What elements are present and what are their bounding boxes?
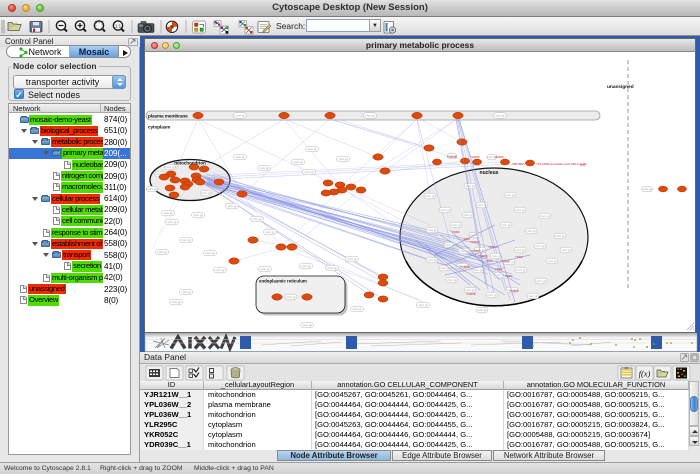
svg-text:(xxx g): (xxx g) <box>166 165 175 169</box>
svg-text:endoplasmic reticulum: endoplasmic reticulum <box>259 279 307 284</box>
svg-text:unassigned: unassigned <box>607 84 634 90</box>
svg-text:YKR05: YKR05 <box>470 155 480 159</box>
svg-text:cytoplasm: cytoplasm <box>148 125 170 130</box>
svg-text:(xxx g): (xxx g) <box>328 266 337 270</box>
svg-text:(xxx g): (xxx g) <box>228 204 237 208</box>
svg-text:YKR05: YKR05 <box>494 155 504 159</box>
svg-text:YKR05: YKR05 <box>460 265 470 269</box>
svg-text:(xxx g): (xxx g) <box>164 211 173 215</box>
svg-text:(xxx g): (xxx g) <box>366 114 375 118</box>
svg-text:(xxx g): (xxx g) <box>194 213 203 217</box>
svg-text:YKR05: YKR05 <box>509 289 519 293</box>
svg-text:(xxx g): (xxx g) <box>516 248 525 252</box>
svg-text:(xxx g): (xxx g) <box>428 228 437 232</box>
svg-text:YDR0: YDR0 <box>462 237 470 241</box>
svg-text:(xxx g): (xxx g) <box>506 193 515 197</box>
svg-text:(xxx g): (xxx g) <box>236 155 245 159</box>
svg-text:YDR0: YDR0 <box>452 230 460 234</box>
svg-text:(xxx g): (xxx g) <box>446 243 455 247</box>
svg-text:YKL120W-annotation.GO-CELLULAR: YKL120W-annotation.GO-CELLULAR <box>536 162 587 166</box>
svg-text:(xxx g): (xxx g) <box>339 157 348 161</box>
svg-text:(xxx g): (xxx g) <box>548 259 557 263</box>
svg-text:(xxx g): (xxx g) <box>541 214 550 218</box>
svg-text:(xxx g): (xxx g) <box>294 160 303 164</box>
svg-text:YDR0: YDR0 <box>515 255 523 259</box>
svg-text:(xxx g): (xxx g) <box>148 187 157 191</box>
svg-text:(xxx g): (xxx g) <box>302 264 311 268</box>
svg-text:(xxx g): (xxx g) <box>216 268 225 272</box>
svg-text:1:1: 1:1 <box>115 24 122 29</box>
svg-text:YDR0: YDR0 <box>485 259 493 263</box>
svg-text:(xxx g): (xxx g) <box>562 248 571 252</box>
svg-text:(xxx g): (xxx g) <box>496 114 505 118</box>
svg-text:(xxx g): (xxx g) <box>517 268 526 272</box>
svg-text:(xxx g): (xxx g) <box>529 294 538 298</box>
svg-text:(xxx g): (xxx g) <box>488 293 497 297</box>
svg-text:(xxx g): (xxx g) <box>303 323 312 327</box>
svg-text:(xxx g): (xxx g) <box>253 217 262 221</box>
svg-text:(xxx g): (xxx g) <box>182 238 191 242</box>
svg-text:(xxx g): (xxx g) <box>441 208 450 212</box>
svg-text:(xxx g): (xxx g) <box>308 147 317 151</box>
svg-text:nucleus: nucleus <box>480 170 499 176</box>
svg-text:(xxx g): (xxx g) <box>172 300 181 304</box>
svg-text:(xxx g): (xxx g) <box>206 251 215 255</box>
svg-text:YKR05: YKR05 <box>478 254 488 258</box>
svg-text:(xxx g): (xxx g) <box>537 279 546 283</box>
svg-text:(xxx g): (xxx g) <box>478 308 487 312</box>
svg-text:(xxx g): (xxx g) <box>502 223 511 227</box>
svg-text:(xxx g): (xxx g) <box>236 114 245 118</box>
svg-text:f(x): f(x) <box>639 369 651 379</box>
svg-text:(xxx g): (xxx g) <box>516 208 525 212</box>
svg-text:(xxx g): (xxx g) <box>353 307 362 311</box>
svg-text:(xxx g): (xxx g) <box>261 267 270 271</box>
svg-text:plasma membrane: plasma membrane <box>148 114 188 119</box>
svg-text:(xxx g): (xxx g) <box>426 194 435 198</box>
svg-text:(xxx g): (xxx g) <box>266 230 275 234</box>
svg-text:(xxx g): (xxx g) <box>428 258 437 262</box>
svg-text:(xxx g): (xxx g) <box>287 295 296 299</box>
svg-text:(xxx g): (xxx g) <box>466 184 475 188</box>
svg-text:YKR05: YKR05 <box>466 292 476 296</box>
svg-text:(xxx g): (xxx g) <box>168 220 177 224</box>
svg-text:(xxx g): (xxx g) <box>260 166 269 170</box>
svg-text:(xxx g): (xxx g) <box>202 191 211 195</box>
svg-text:(xxx g): (xxx g) <box>448 278 457 282</box>
svg-text:(xxx g): (xxx g) <box>527 229 536 233</box>
svg-text:YDR0: YDR0 <box>505 274 513 278</box>
svg-text:(xxx g): (xxx g) <box>492 254 501 258</box>
svg-text:YDR0: YDR0 <box>495 267 503 271</box>
svg-text:(xxx g): (xxx g) <box>474 268 483 272</box>
svg-text:(xxx g): (xxx g) <box>419 303 428 307</box>
svg-text:(xxx g): (xxx g) <box>464 213 473 217</box>
svg-text:(xxx g): (xxx g) <box>348 257 357 261</box>
svg-text:(xxx g): (xxx g) <box>643 187 652 191</box>
svg-text:(xxx g): (xxx g) <box>182 290 191 294</box>
svg-text:(xxx g): (xxx g) <box>536 244 545 248</box>
svg-text:YNL(GO): YNL(GO) <box>512 162 525 166</box>
svg-text:YKR05: YKR05 <box>447 155 457 159</box>
svg-text:(xxx g): (xxx g) <box>452 223 461 227</box>
svg-text:(xxx g): (xxx g) <box>556 234 565 238</box>
svg-text:(xxx g): (xxx g) <box>158 250 167 254</box>
svg-text:(xxx g): (xxx g) <box>305 170 314 174</box>
svg-text:YDR0: YDR0 <box>472 249 480 253</box>
